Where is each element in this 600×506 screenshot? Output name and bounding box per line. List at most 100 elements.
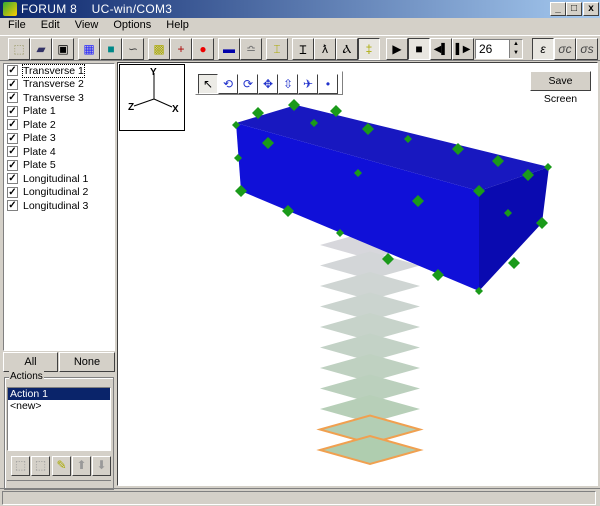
actions-legend: Actions: [9, 371, 44, 382]
layer-item[interactable]: ✓ Plate 2: [4, 118, 114, 132]
scene: [232, 99, 552, 466]
minimize-button[interactable]: _: [550, 2, 566, 16]
layer-checkbox[interactable]: ✓: [7, 173, 18, 185]
new-model-icon[interactable]: ⬚: [8, 38, 30, 60]
line-icon[interactable]: ∽: [122, 38, 144, 60]
layer-checkbox[interactable]: ✓: [7, 200, 18, 212]
axis-x-label: X: [172, 104, 179, 115]
marker-icon[interactable]: ●: [192, 38, 214, 60]
step-back-button[interactable]: ◀▌: [430, 38, 452, 60]
layer-item[interactable]: ✓ Plate 5: [4, 159, 114, 173]
truck-load-icon[interactable]: ▬: [218, 38, 240, 60]
play-button[interactable]: ▶: [386, 38, 408, 60]
select-none-button[interactable]: None: [59, 352, 115, 372]
open-folder-icon[interactable]: ▰: [30, 38, 52, 60]
status-bar: [0, 488, 600, 506]
stepper-arrows-icon[interactable]: ▲ ▼: [509, 40, 522, 58]
mesh-edit-icon[interactable]: ▩: [148, 38, 170, 60]
node-marker: [508, 257, 520, 269]
layer-label: Plate 4: [23, 145, 56, 158]
actions-group: Actions Action 1 <new> ⬚ ⬚ ✎ ⬆ ⬇: [4, 371, 114, 490]
step-forward-button[interactable]: ▌▶: [452, 38, 474, 60]
layer-checkbox[interactable]: ✓: [7, 159, 18, 171]
layer-checkbox[interactable]: ✓: [7, 132, 18, 144]
save-disk-icon[interactable]: ▣: [52, 38, 74, 60]
layer-item[interactable]: ✓ Longitudinal 2: [4, 186, 114, 200]
paste-action-icon[interactable]: ⬚: [31, 456, 50, 476]
menu-edit[interactable]: Edit: [33, 18, 67, 34]
layer-label: Plate 3: [23, 132, 56, 145]
fly-icon[interactable]: ✈: [298, 74, 318, 94]
copy-action-icon[interactable]: ⬚: [11, 456, 30, 476]
grid-icon[interactable]: ▦: [78, 38, 100, 60]
layer-label: Longitudinal 2: [23, 186, 89, 199]
3d-viewport[interactable]: Y Z X ↖ ⟲ ⟳ ✥ ⇳ ✈ • Save Screen: [117, 62, 598, 486]
layer-item[interactable]: ✓ Plate 4: [4, 145, 114, 159]
crosshair-icon[interactable]: +: [170, 38, 192, 60]
move-down-icon[interactable]: ⬇: [92, 456, 111, 476]
sigma-s-button[interactable]: σs: [576, 38, 598, 60]
layer-checkbox[interactable]: ✓: [7, 186, 18, 198]
axis-triad: Y Z X: [119, 64, 185, 131]
layer-item[interactable]: ✓ Longitudinal 1: [4, 172, 114, 186]
plate-slice: [316, 434, 424, 466]
i-beam-icon[interactable]: Ɪ: [292, 38, 314, 60]
pan-icon[interactable]: ✥: [258, 74, 278, 94]
layer-label: Plate 5: [23, 159, 56, 172]
view-toolbar: ↖ ⟲ ⟳ ✥ ⇳ ✈ •: [195, 71, 343, 95]
layer-item[interactable]: ✓ Longitudinal 3: [4, 199, 114, 213]
layer-checkbox[interactable]: ✓: [7, 146, 18, 158]
layer-item[interactable]: ✓ Transverse 2: [4, 78, 114, 92]
zoom-icon[interactable]: ⇳: [278, 74, 298, 94]
section-edit-icon[interactable]: ⌶: [266, 38, 288, 60]
stop-button[interactable]: ■: [408, 38, 430, 60]
layer-label: Longitudinal 3: [23, 199, 89, 212]
layer-checkbox[interactable]: ✓: [7, 105, 18, 117]
layer-checkbox[interactable]: ✓: [7, 78, 18, 90]
pointer-icon[interactable]: ↖: [198, 74, 218, 94]
left-panel: ✓ Transverse 1 ✓ Transverse 2 ✓ Transverse 3 ✓…: [0, 62, 116, 490]
frame-value: 26: [479, 42, 493, 56]
layer-checkbox[interactable]: ✓: [7, 119, 18, 131]
layer-checkbox[interactable]: ✓: [7, 92, 18, 104]
point-icon[interactable]: •: [318, 74, 338, 94]
menu-view[interactable]: View: [67, 18, 106, 34]
layer-checkbox[interactable]: ✓: [7, 65, 18, 77]
beam-tilt-icon[interactable]: Ⲁ: [336, 38, 358, 60]
layer-list[interactable]: ✓ Transverse 1 ✓ Transverse 2 ✓ Transverse 3 ✓…: [3, 63, 115, 351]
layer-label: Transverse 3: [23, 91, 84, 104]
select-all-button[interactable]: All: [3, 352, 58, 372]
layer-label: Plate 2: [23, 118, 56, 131]
edit-action-icon[interactable]: ✎: [52, 456, 71, 476]
actions-divider: [7, 480, 111, 488]
menu-file[interactable]: File: [0, 18, 33, 34]
axis-y-label: Y: [150, 67, 157, 78]
frame-stepper[interactable]: 26 ▲ ▼: [475, 39, 523, 59]
menu-options[interactable]: Options: [105, 18, 158, 34]
title-bar: FORUM 8 UC-win/COM3 _ □ x: [0, 0, 600, 18]
save-screen-button[interactable]: Save Screen: [530, 71, 591, 105]
support-icon[interactable]: ≏: [240, 38, 262, 60]
toolbar: ⬚ ▰ ▣ ▦ ■ ∽ ▩ + ● ▬ ≏ ⌶ Ɪ ƛ Ⲁ ‡ ▶ ■ ◀▌ ▌…: [0, 35, 600, 61]
action-item[interactable]: <new>: [8, 400, 110, 412]
strain-button[interactable]: ε: [532, 38, 554, 60]
layer-label: Plate 1: [23, 105, 56, 118]
beam-rotate-icon[interactable]: ƛ: [314, 38, 336, 60]
close-button[interactable]: x: [583, 2, 599, 16]
animate-section-icon[interactable]: ‡: [358, 38, 380, 60]
rotate-x-icon[interactable]: ⟳: [238, 74, 258, 94]
app-logo-icon: [3, 2, 17, 16]
menu-help[interactable]: Help: [158, 18, 196, 34]
layer-item[interactable]: ✓ Transverse 1: [4, 63, 114, 78]
sigma-c-button[interactable]: σc: [554, 38, 576, 60]
solid-box-icon[interactable]: ■: [100, 38, 122, 60]
actions-list[interactable]: Action 1 <new>: [7, 387, 111, 451]
layer-item[interactable]: ✓ Plate 3: [4, 132, 114, 146]
layer-label: Longitudinal 1: [23, 172, 89, 185]
action-item[interactable]: Action 1: [8, 388, 110, 400]
move-up-icon[interactable]: ⬆: [72, 456, 91, 476]
rotate-y-icon[interactable]: ⟲: [218, 74, 238, 94]
layer-item[interactable]: ✓ Transverse 3: [4, 91, 114, 105]
layer-item[interactable]: ✓ Plate 1: [4, 105, 114, 119]
maximize-button[interactable]: □: [566, 2, 582, 16]
